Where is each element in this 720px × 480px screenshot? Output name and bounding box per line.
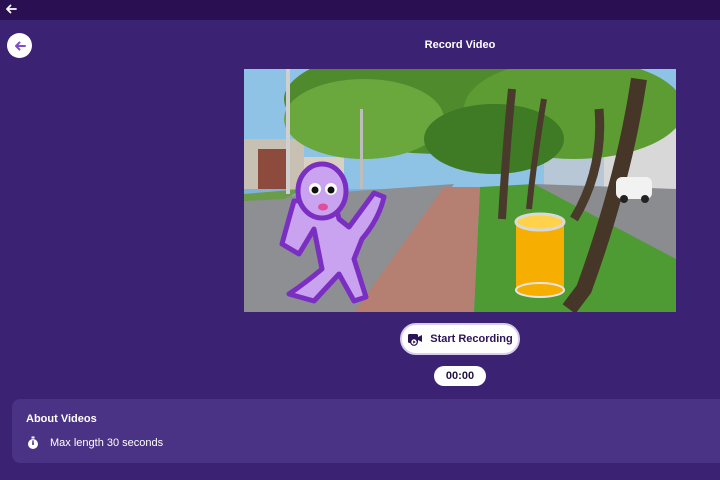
about-title: About Videos: [26, 413, 97, 425]
arrow-left-icon[interactable]: [4, 2, 18, 16]
recording-timer: 00:00: [434, 366, 486, 386]
video-camera-icon: [408, 334, 423, 346]
about-videos-card: About Videos Max length 30 seconds: [12, 399, 720, 463]
camera-preview: [244, 69, 676, 312]
stopwatch-icon: [28, 436, 38, 449]
start-recording-label: Start Recording: [430, 333, 513, 345]
start-recording-button[interactable]: Start Recording: [400, 323, 520, 355]
top-bar: [0, 0, 720, 20]
about-item-text: Max length 30 seconds: [50, 437, 164, 449]
cylinder-sprite: [514, 212, 566, 298]
about-item: Max length 30 seconds: [26, 436, 163, 450]
page-title: Record Video: [424, 39, 496, 51]
street-scene-image: [244, 69, 676, 312]
